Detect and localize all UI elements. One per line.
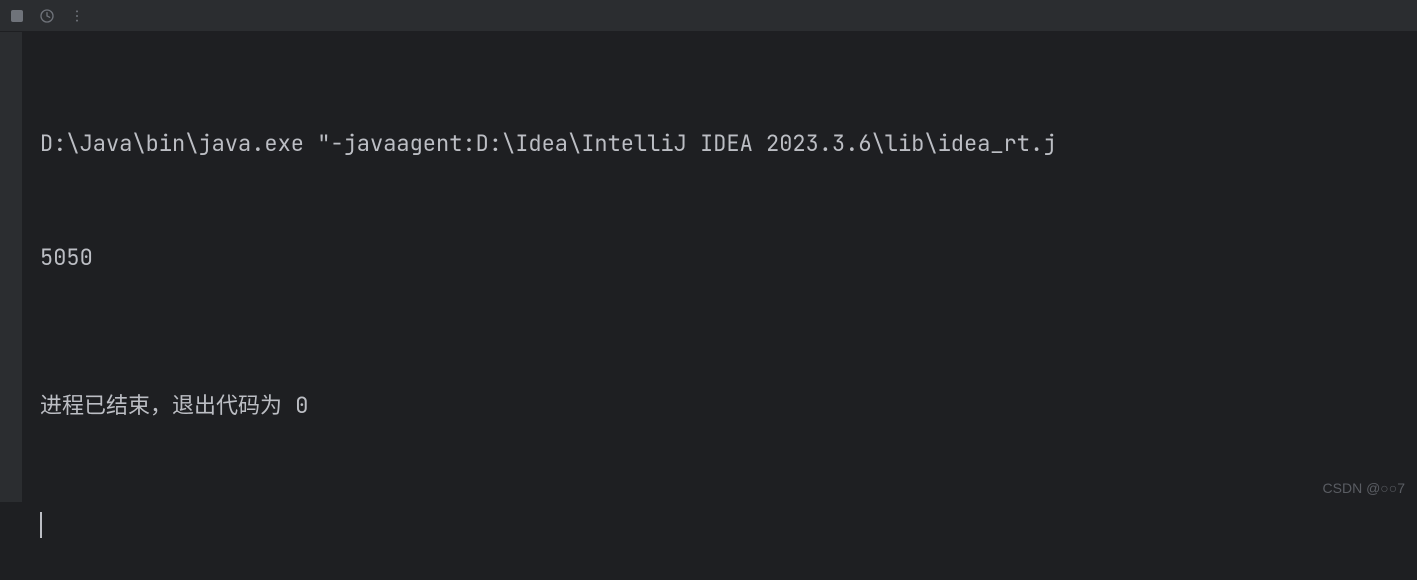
rerun-icon[interactable] [38,7,56,25]
output-value: 5050 [40,239,1417,276]
cursor-line [40,505,1417,542]
stop-icon[interactable] [8,7,26,25]
more-icon[interactable] [68,7,86,25]
exit-message: 进程已结束，退出代码为 0 [40,387,1417,424]
console-output[interactable]: D:\Java\bin\java.exe "-javaagent:D:\Idea… [0,32,1417,580]
text-cursor [40,512,42,538]
command-line: D:\Java\bin\java.exe "-javaagent:D:\Idea… [40,125,1417,162]
console-gutter [0,32,22,502]
watermark: CSDN @○○7 [1323,480,1405,496]
console-toolbar [0,0,1417,32]
